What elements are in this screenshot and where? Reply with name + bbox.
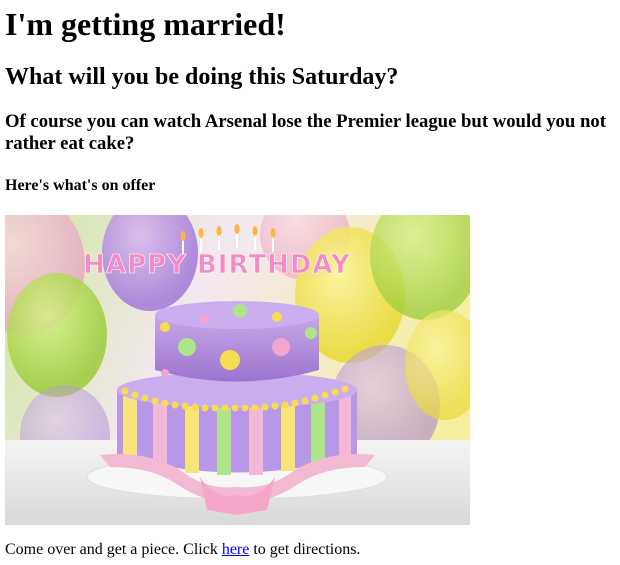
cake-text-top: HAPPY BIRTHDAY	[83, 250, 351, 280]
page-subtitle: What will you be doing this Saturday?	[5, 64, 399, 90]
directions-text-after: to get directions.	[249, 541, 361, 558]
pitch-heading: Of course you can watch Arsenal lose the…	[5, 111, 606, 154]
cake-image: HAPPY BIRTHDAY	[5, 215, 470, 525]
directions-text-before: Come over and get a piece. Click	[5, 541, 222, 558]
page-title: I'm getting married!	[5, 6, 286, 42]
directions-text: Come over and get a piece. Click here to…	[5, 541, 360, 559]
directions-link[interactable]: here	[222, 541, 250, 558]
offer-heading: Here's what's on offer	[5, 177, 156, 194]
